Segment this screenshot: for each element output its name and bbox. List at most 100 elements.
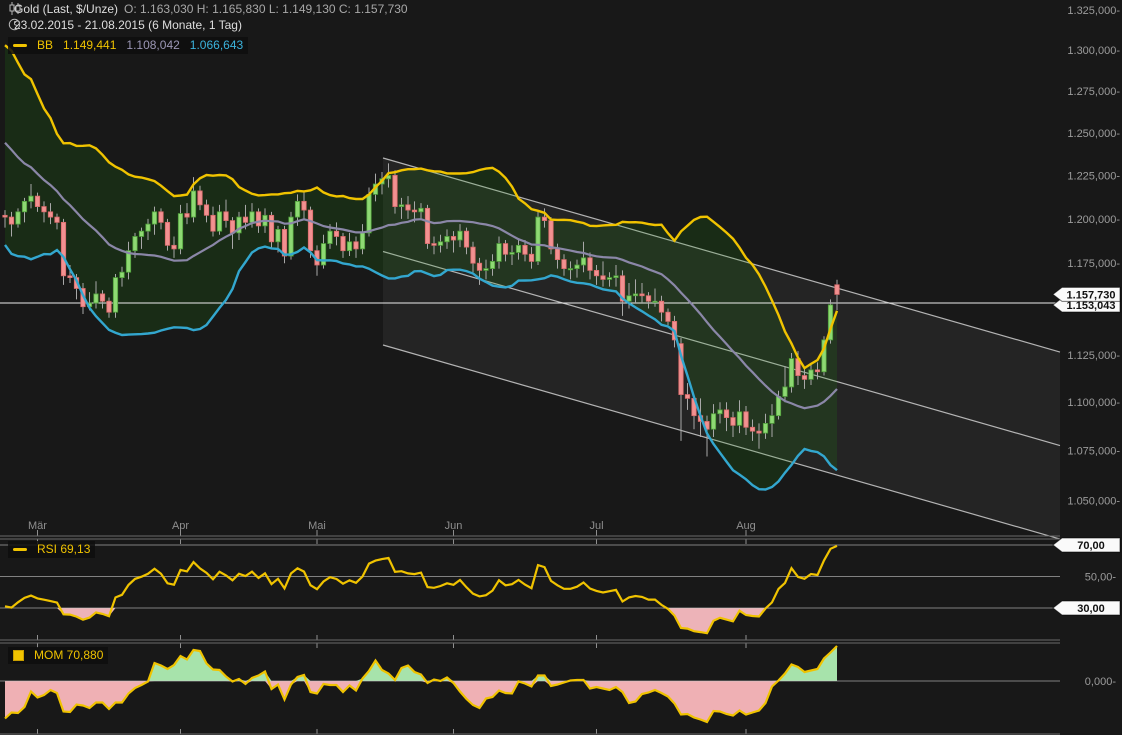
candle-body bbox=[269, 215, 273, 241]
candle-body bbox=[165, 222, 169, 245]
candle-body bbox=[757, 431, 761, 433]
candle-body bbox=[471, 247, 475, 263]
candle-body bbox=[835, 285, 839, 295]
candle-body bbox=[763, 423, 767, 433]
bb-line-icon bbox=[13, 44, 27, 47]
candle-body bbox=[295, 201, 299, 217]
candle-body bbox=[627, 296, 631, 301]
candle-body bbox=[737, 412, 741, 426]
candle-body bbox=[217, 212, 221, 231]
candle-body bbox=[243, 217, 247, 222]
candle-body bbox=[458, 231, 462, 240]
candle-body bbox=[432, 244, 436, 246]
candle-body bbox=[802, 376, 806, 380]
candle-body bbox=[536, 217, 540, 261]
bb-label: BB bbox=[37, 38, 53, 53]
candle-body bbox=[770, 416, 774, 424]
rsi-level-tag-label: 70,00 bbox=[1077, 540, 1105, 552]
rsi-legend-row: RSI 69,13 bbox=[8, 541, 95, 558]
candle-body bbox=[55, 217, 59, 222]
candle-body bbox=[419, 208, 423, 211]
price-tag-last-label: 1.157,730 bbox=[1067, 289, 1116, 301]
candle-body bbox=[250, 212, 254, 223]
candle-body bbox=[503, 244, 507, 255]
price-axis-label: 1.050,000- bbox=[1067, 495, 1120, 507]
mom-square-icon bbox=[13, 650, 24, 661]
candle-body bbox=[393, 175, 397, 206]
candle-body bbox=[776, 396, 780, 415]
candle-body bbox=[484, 269, 488, 271]
candle-body bbox=[809, 370, 813, 379]
candle-body bbox=[152, 212, 156, 224]
instrument-title: Gold (Last, $/Unze) bbox=[14, 2, 118, 17]
candle-body bbox=[172, 245, 176, 249]
chart-canvas[interactable]: 1.325,000-1.300,000-1.275,000-1.250,000-… bbox=[0, 0, 1122, 735]
rsi-line-icon bbox=[13, 548, 27, 551]
candle-body bbox=[575, 265, 579, 269]
bb-mid-value: 1.108,042 bbox=[126, 38, 179, 53]
candle-body bbox=[815, 370, 819, 372]
candle-body bbox=[22, 201, 26, 211]
candle-body bbox=[731, 418, 735, 426]
price-axis-label: 1.200,000- bbox=[1067, 214, 1120, 226]
candle-body bbox=[711, 414, 715, 429]
candle-body bbox=[3, 215, 7, 217]
candle-body bbox=[354, 242, 358, 249]
candle-body bbox=[308, 210, 312, 251]
momentum-axis-label: 0,000- bbox=[1085, 676, 1117, 688]
candle-body bbox=[276, 229, 280, 241]
candle-body bbox=[256, 212, 260, 226]
candle-body bbox=[653, 301, 657, 302]
candle-body bbox=[224, 212, 228, 221]
candle-body bbox=[614, 276, 618, 278]
candle-body bbox=[302, 201, 306, 210]
candle-body bbox=[211, 215, 215, 231]
candle-body bbox=[783, 387, 787, 397]
candle-body bbox=[9, 217, 13, 224]
candle-body bbox=[464, 231, 468, 247]
mom-legend-label: MOM 70,880 bbox=[34, 648, 103, 663]
candle-body bbox=[516, 245, 520, 252]
bb-lower-value: 1.066,643 bbox=[190, 38, 243, 53]
candle-body bbox=[146, 224, 150, 231]
candle-body bbox=[594, 270, 598, 275]
candle-body bbox=[61, 222, 65, 275]
chart-window: { "header": { "instrument": "Gold (Last,… bbox=[0, 0, 1122, 735]
candle-body bbox=[399, 205, 403, 207]
candle-body bbox=[48, 212, 52, 217]
candle-body bbox=[724, 410, 728, 418]
candle-body bbox=[646, 296, 650, 301]
rsi-level-tag-label: 30,00 bbox=[1077, 603, 1105, 615]
candle-body bbox=[659, 301, 663, 312]
price-axis-label: 1.125,000- bbox=[1067, 350, 1120, 362]
candle-body bbox=[139, 231, 143, 236]
candle-body bbox=[497, 244, 501, 262]
price-axis-label: 1.300,000- bbox=[1067, 45, 1120, 57]
candle-body bbox=[588, 258, 592, 271]
price-axis-label: 1.250,000- bbox=[1067, 128, 1120, 140]
candle-body bbox=[347, 242, 351, 251]
candle-body bbox=[367, 194, 371, 233]
candle-body bbox=[529, 254, 533, 261]
candle-body bbox=[425, 208, 429, 243]
candle-body bbox=[607, 278, 611, 280]
candle-body bbox=[523, 245, 527, 254]
price-axis-label: 1.075,000- bbox=[1067, 446, 1120, 458]
candle-body bbox=[68, 276, 72, 278]
candle-body bbox=[581, 258, 585, 265]
candle-body bbox=[100, 294, 104, 301]
candle-body bbox=[568, 269, 572, 270]
candle-body bbox=[555, 249, 559, 260]
candle-body bbox=[328, 231, 332, 243]
candle-body bbox=[633, 294, 637, 296]
candle-body bbox=[185, 214, 189, 218]
candle-body bbox=[666, 312, 670, 321]
date-range-label: 23.02.2015 - 21.08.2015 (6 Monate, 1 Tag… bbox=[14, 18, 242, 33]
price-axis-label: 1.175,000- bbox=[1067, 258, 1120, 270]
candle-body bbox=[477, 263, 481, 270]
candle-body bbox=[204, 205, 208, 215]
candle-body bbox=[16, 212, 20, 224]
candle-body bbox=[360, 233, 364, 249]
candle-body bbox=[685, 395, 689, 399]
candle-body bbox=[42, 207, 46, 212]
